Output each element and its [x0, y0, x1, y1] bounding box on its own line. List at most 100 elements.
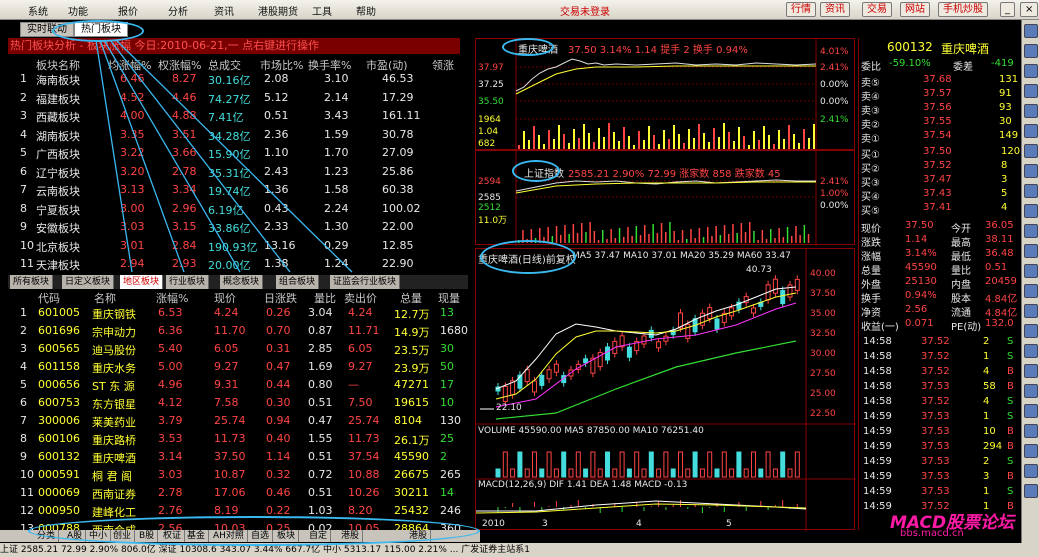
stock-pct: 4.96 — [158, 378, 183, 391]
bottom-tab-6[interactable]: 基金 — [184, 530, 210, 542]
stock-row[interactable]: 2 601696 宗申动力 6.36 11.70 0.70 0.87 11.71 14.9万 16… — [8, 324, 468, 342]
stock-row[interactable]: 6 600753 东方银星 4.12 7.58 0.30 0.51 7.50 19615 10 — [8, 396, 468, 414]
stock-price: 11.73 — [214, 432, 246, 445]
toolbar-icon[interactable] — [1024, 124, 1038, 138]
intraday-volume-bar — [693, 138, 695, 149]
stock-row[interactable]: 4 601158 重庆水务 5.00 9.27 0.47 1.69 9.27 23.9万 50 — [8, 360, 468, 378]
bottom-tab-7[interactable]: AH对照 — [210, 530, 248, 542]
tick-price: 37.53 — [921, 381, 950, 392]
index-volume-bar — [795, 226, 797, 243]
news-button[interactable]: 资讯 — [820, 2, 850, 17]
bottom-tab-3[interactable]: 创业 — [110, 530, 136, 542]
tick-side: S — [1007, 456, 1014, 467]
stock-name: 建峰化工 — [92, 506, 136, 519]
intraday-volume-bar — [708, 142, 710, 149]
stock-row[interactable]: 9 600132 重庆啤酒 3.14 37.50 1.14 0.51 37.54 45590 2 — [8, 450, 468, 468]
index-chart[interactable]: 上证指数 2585.21 2.90% 72.99 涨家数 858 跌家数 45 … — [475, 150, 855, 246]
bottom-tab-11[interactable]: 港股 — [338, 530, 364, 542]
right-toolbar — [1021, 20, 1039, 550]
index-volume-bar — [581, 223, 583, 243]
toolbar-icon[interactable] — [1024, 184, 1038, 198]
quote-stat-row: 涨幅 3.14% 最低 36.48 — [859, 248, 1021, 263]
bid-price: 37.41 — [923, 202, 952, 213]
bottom-tab-2[interactable]: 中小 — [86, 530, 112, 542]
toolbar-icon[interactable] — [1024, 24, 1038, 38]
market-button[interactable]: 行情 — [786, 2, 816, 17]
stock-price: 6.05 — [214, 342, 239, 355]
ask-volume: 30 — [999, 116, 1012, 127]
trade-button[interactable]: 交易 — [862, 2, 892, 17]
toolbar-icon[interactable] — [1024, 284, 1038, 298]
toolbar-icon[interactable] — [1024, 324, 1038, 338]
stock-row[interactable]: 10 000591 桐 君 阁 3.03 10.87 0.32 0.72 10.88 26675… — [8, 468, 468, 486]
ask-level: 卖② 37.55 30 — [859, 116, 1021, 131]
close-button[interactable]: × — [1020, 2, 1039, 17]
stock-code: 600565 — [38, 342, 80, 355]
stock-row[interactable]: 1 601005 重庆钢铁 6.53 4.24 0.26 3.04 4.24 12.7万 13 — [8, 306, 468, 324]
stock-row[interactable]: 5 000656 ST 东 源 4.96 9.31 0.44 0.80 — 47271 17 — [8, 378, 468, 396]
stock-name: 重庆钢铁 — [92, 308, 136, 321]
tick-time: 14:59 — [863, 501, 892, 512]
bid-price: 37.50 — [923, 146, 952, 157]
toolbar-icon[interactable] — [1024, 464, 1038, 478]
tick-price: 37.53 — [921, 471, 950, 482]
bottom-tab-8[interactable]: 自选 — [248, 530, 274, 542]
toolbar-icon[interactable] — [1024, 224, 1038, 238]
toolbar-icon[interactable] — [1024, 344, 1038, 358]
toolbar-icon[interactable] — [1024, 304, 1038, 318]
bottom-tab-9[interactable]: 板块 — [274, 530, 300, 542]
toolbar-icon[interactable] — [1024, 244, 1038, 258]
intraday-volume-bar — [788, 125, 790, 149]
stock-price: 9.31 — [214, 378, 239, 391]
intraday-chart[interactable]: 重庆啤酒 37.50 3.14% 1.14 提手 2 换手 0.94% 37.9… — [475, 38, 855, 151]
bottom-tab-1[interactable]: A股 — [64, 530, 87, 542]
index-volume-bar — [585, 232, 587, 243]
toolbar-icon[interactable] — [1024, 44, 1038, 58]
quote-stat-row: 外盘 25130 内盘 20459 — [859, 276, 1021, 291]
website-button[interactable]: 网站 — [900, 2, 930, 17]
stock-row[interactable]: 3 600565 迪马股份 5.40 6.05 0.31 2.85 6.05 23.5万 30 — [8, 342, 468, 360]
toolbar-icon[interactable] — [1024, 404, 1038, 418]
bottom-tab-0[interactable]: 分类 — [34, 530, 60, 542]
intraday-yr-1: 4.01% — [820, 47, 849, 57]
mobile-button[interactable]: 手机炒股 — [938, 2, 988, 17]
tick-time: 14:59 — [863, 456, 892, 467]
stock-row[interactable]: 12 000950 建峰化工 2.76 8.19 0.22 1.03 8.20 25432 246 — [8, 504, 468, 522]
stock-volume-ratio: 2.85 — [308, 342, 333, 355]
stock-row[interactable]: 7 300006 莱美药业 3.79 25.74 0.94 0.47 25.74 8104 130 — [8, 414, 468, 432]
toolbar-icon[interactable] — [1024, 444, 1038, 458]
intraday-volume-bar — [538, 135, 540, 149]
kline-chart[interactable]: 重庆啤酒(日线)前复权 MA5 37.47 MA10 37.01 MA20 35… — [475, 248, 856, 531]
toolbar-icon[interactable] — [1024, 384, 1038, 398]
bottom-tab-12[interactable]: 港股 — [406, 530, 432, 542]
stock-ask: 9.27 — [348, 360, 373, 373]
toolbar-icon[interactable] — [1024, 84, 1038, 98]
bid-label: 买③ — [861, 178, 880, 189]
bottom-tab-4[interactable]: B股 — [136, 530, 159, 542]
toolbar-icon[interactable] — [1024, 264, 1038, 278]
minimize-button[interactable]: _ — [1000, 2, 1015, 17]
stock-change: 0.22 — [266, 504, 291, 517]
tick-row: 14:58 37.52 1 S — [859, 351, 1021, 365]
toolbar-icon[interactable] — [1024, 204, 1038, 218]
stock-row[interactable]: 11 000069 西南证券 2.78 17.06 0.46 0.51 10.26 30211 1… — [8, 486, 468, 504]
toolbar-icon[interactable] — [1024, 144, 1038, 158]
toolbar-icon[interactable] — [1024, 364, 1038, 378]
kline-volume-bar — [612, 468, 618, 478]
stock-current-volume: 2 — [440, 450, 447, 463]
stock-row-index: 2 — [20, 324, 27, 337]
bottom-tab-5[interactable]: 权证 — [160, 530, 186, 542]
kline-candle — [787, 284, 793, 298]
bottom-tab-10[interactable]: 自定 — [306, 530, 332, 542]
index-info: 2585.21 2.90% 72.99 涨家数 858 跌家数 45 — [568, 169, 781, 180]
kline-volume-bar — [502, 451, 508, 478]
toolbar-icon[interactable] — [1024, 484, 1038, 498]
stock-pct: 2.76 — [158, 504, 183, 517]
index-volume-bar — [539, 228, 541, 243]
intraday-volume-bar — [593, 142, 595, 149]
toolbar-icon[interactable] — [1024, 104, 1038, 118]
stock-row[interactable]: 8 600106 重庆路桥 3.53 11.73 0.40 1.55 11.73 26.1万 25 — [8, 432, 468, 450]
toolbar-icon[interactable] — [1024, 424, 1038, 438]
toolbar-icon[interactable] — [1024, 64, 1038, 78]
toolbar-icon[interactable] — [1024, 164, 1038, 178]
